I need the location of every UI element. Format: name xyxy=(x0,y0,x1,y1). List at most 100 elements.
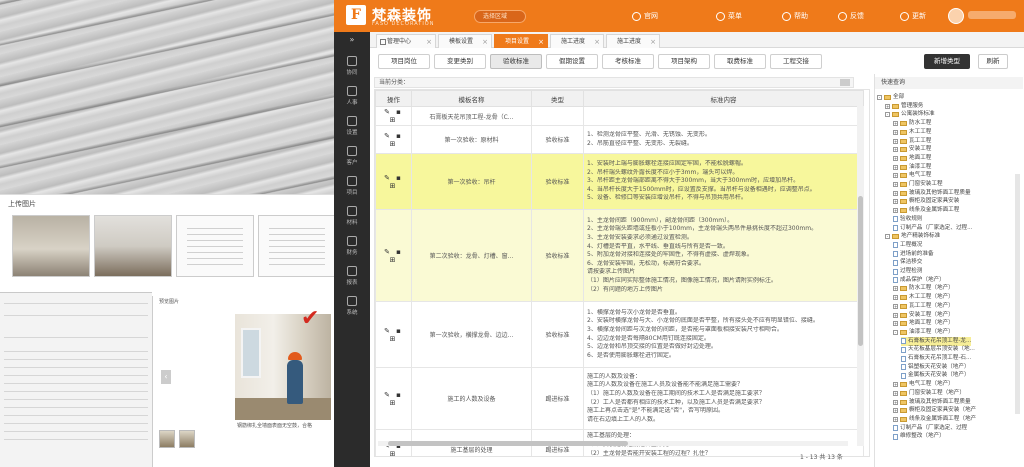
expand-icon[interactable]: + xyxy=(893,182,898,187)
expand-icon[interactable]: + xyxy=(893,199,898,205)
close-icon[interactable]: × xyxy=(650,35,656,49)
sidebar-item-projects[interactable]: 项目 xyxy=(334,174,370,200)
tree-item[interactable]: + 线条及金属饰面工程 xyxy=(893,206,959,215)
photo-mini-thumbnail[interactable] xyxy=(179,430,195,448)
username-blurred[interactable] xyxy=(968,11,1016,19)
expand-icon[interactable]: + xyxy=(893,408,898,414)
tree-item[interactable]: - 地产精装饰标准 xyxy=(885,232,940,241)
sidebar-item-hr[interactable]: 人事 xyxy=(334,84,370,110)
expand-icon[interactable]: + xyxy=(893,147,898,153)
expand-icon[interactable]: + xyxy=(893,164,898,170)
tree-item[interactable]: + 安装工程 xyxy=(893,145,931,154)
tree-item[interactable]: 验收规则 xyxy=(893,215,922,224)
tab-construction-progress-2[interactable]: 施工进度 × xyxy=(606,34,660,48)
close-icon[interactable]: × xyxy=(538,35,544,49)
expand-icon[interactable]: + xyxy=(893,190,898,196)
subtab-acceptance-standards[interactable]: 验收标准 xyxy=(490,54,542,69)
sidebar-item-reports[interactable]: 报表 xyxy=(334,264,370,290)
sidebar-item-materials[interactable]: 材料 xyxy=(334,204,370,230)
subtab-project-handover[interactable]: 工程交接 xyxy=(770,54,822,69)
tab-management-center[interactable]: 管理中心 × xyxy=(376,34,436,48)
tree-item[interactable]: 石膏板天花吊顶工程-龙... xyxy=(901,336,972,346)
collapse-icon[interactable]: - xyxy=(893,329,898,335)
subtab-change-categories[interactable]: 变更类别 xyxy=(434,54,486,69)
tree-item[interactable]: + 防水工程 xyxy=(893,119,931,128)
nav-help[interactable]: 帮助 xyxy=(782,9,808,23)
tree-item[interactable]: + 玻璃及其他饰面工程质量 xyxy=(893,398,971,407)
table-row[interactable]: ✎ ▪ ⊞ 第一次验收：吊杆 验收标准 1、安装时上端与膨胀螺栓连接应固定牢固，不能松… xyxy=(375,153,864,210)
tree-item[interactable]: 订制产品（厂家选定、过程... xyxy=(893,224,972,233)
collapse-icon[interactable]: - xyxy=(885,112,890,118)
expand-icon[interactable]: + xyxy=(893,295,898,301)
tree-item[interactable]: + 电气工程 xyxy=(893,171,931,180)
expand-icon[interactable]: + xyxy=(893,208,898,214)
expand-icon[interactable]: + xyxy=(893,129,898,135)
tree-item[interactable]: 过程检测 xyxy=(893,267,922,276)
table-row[interactable]: ✎ ▪ ⊞ 石膏板天花吊顶工程-龙骨（C... xyxy=(375,106,864,126)
tree-item[interactable]: + 管理服务 xyxy=(885,102,923,111)
expand-icon[interactable]: + xyxy=(885,103,890,109)
tree-item[interactable]: 保洁移交 xyxy=(893,258,922,267)
photo-thumbnail[interactable] xyxy=(12,215,90,277)
new-type-button[interactable]: 新增类型 xyxy=(924,54,970,69)
tree-item[interactable]: - 油漆工程（地产） xyxy=(893,328,954,337)
tree-item[interactable]: 工程概况 xyxy=(893,241,922,250)
region-selector[interactable]: 选择区域 xyxy=(474,10,526,23)
expand-icon[interactable]: + xyxy=(893,286,898,292)
toggle-icon[interactable] xyxy=(840,79,850,86)
table-row[interactable]: ✎ ▪ ⊞ 第二次验收：龙骨、灯槽、窗... 验收标准 1、主龙骨间距（900mm），… xyxy=(375,209,864,302)
row-actions[interactable]: ✎ ▪ ⊞ xyxy=(375,153,412,210)
subtab-assessment-standards[interactable]: 考核标准 xyxy=(602,54,654,69)
nav-home[interactable]: 官网 xyxy=(632,9,658,23)
row-actions[interactable]: ✎ ▪ ⊞ xyxy=(375,301,412,368)
tab-template-settings[interactable]: 模板设置 × xyxy=(438,34,492,48)
tree-item[interactable]: + 油漆工程 xyxy=(893,163,931,172)
tree-item[interactable]: + 木工工程（地产） xyxy=(893,293,954,302)
expand-icon[interactable]: + xyxy=(893,121,898,127)
close-icon[interactable]: × xyxy=(594,35,600,49)
tree-item[interactable]: + 玻璃及其他饰面工程质量 xyxy=(893,189,971,198)
tree-item[interactable]: 石膏板天花吊顶工程-石... xyxy=(901,354,971,363)
tree-item[interactable]: + 安装工程（地产） xyxy=(893,311,954,320)
tree-item[interactable]: + 瓦工工程（地产） xyxy=(893,302,954,311)
tree-item[interactable]: 金属板天花安装（地产） xyxy=(901,371,970,380)
tab-project-settings[interactable]: 项目设置 × xyxy=(494,34,548,48)
expand-icon[interactable]: + xyxy=(893,321,898,327)
subtab-fee-standards[interactable]: 取费标准 xyxy=(714,54,766,69)
table-row[interactable]: ✎ ▪ ⊞ 第一次验收：原材料 验收标准 1、检测龙骨应平整、光滑、无锈蚀、无变形。 2… xyxy=(375,125,864,154)
expand-icon[interactable]: + xyxy=(893,416,898,422)
close-icon[interactable]: × xyxy=(426,35,432,49)
tree-scrollbar[interactable] xyxy=(1015,174,1020,414)
subtab-project-structure[interactable]: 项目架构 xyxy=(658,54,710,69)
document-thumbnail[interactable] xyxy=(176,215,254,277)
tree-item[interactable]: 天花板基层吊顶安装（地... xyxy=(901,345,975,354)
tree-item[interactable]: 进场前的准备 xyxy=(893,250,934,259)
nav-menu[interactable]: 菜单 xyxy=(716,9,742,23)
tab-construction-progress[interactable]: 施工进度 × xyxy=(550,34,604,48)
table-row[interactable]: ✎ ▪ ⊞ 施工的人数及设备 踢进标准 施工的人数及设备： 施工的人数及设备在施工人员及… xyxy=(375,367,864,430)
refresh-button[interactable]: 刷新 xyxy=(978,54,1008,69)
tree-item[interactable]: + 门窗安装工程（地产） xyxy=(893,389,965,398)
collapse-icon[interactable]: - xyxy=(877,95,882,100)
subtab-project-positions[interactable]: 项目岗位 xyxy=(378,54,430,69)
avatar[interactable] xyxy=(948,8,964,24)
table-horizontal-scrollbar[interactable] xyxy=(378,441,848,446)
tree-item[interactable]: + 木工工程 xyxy=(893,128,931,137)
previous-image-button[interactable]: ‹ xyxy=(161,370,171,384)
sidebar-item-collab[interactable]: 协同 xyxy=(334,54,370,80)
expand-icon[interactable]: + xyxy=(893,303,898,309)
sidebar-item-settings[interactable]: 设置 xyxy=(334,114,370,140)
expand-icon[interactable]: + xyxy=(893,155,898,161)
tree-item[interactable]: + 电气工程（地产） xyxy=(893,380,954,389)
collapse-icon[interactable]: - xyxy=(885,234,890,240)
tree-item[interactable]: + 地面工程 xyxy=(893,154,931,163)
expand-icon[interactable]: + xyxy=(893,399,898,405)
tree-item[interactable]: 维修整改（地产） xyxy=(893,432,945,441)
sidebar-item-system[interactable]: 系统 xyxy=(334,294,370,320)
expand-icon[interactable]: + xyxy=(893,138,898,144)
tree-item[interactable]: + 防水工程（地产） xyxy=(893,284,954,293)
tree-item[interactable]: 成品保护（地产） xyxy=(893,276,945,285)
nav-feedback[interactable]: 反馈 xyxy=(838,9,864,23)
sidebar-collapse-button[interactable]: » xyxy=(334,32,370,48)
row-actions[interactable]: ✎ ▪ ⊞ xyxy=(375,367,412,430)
